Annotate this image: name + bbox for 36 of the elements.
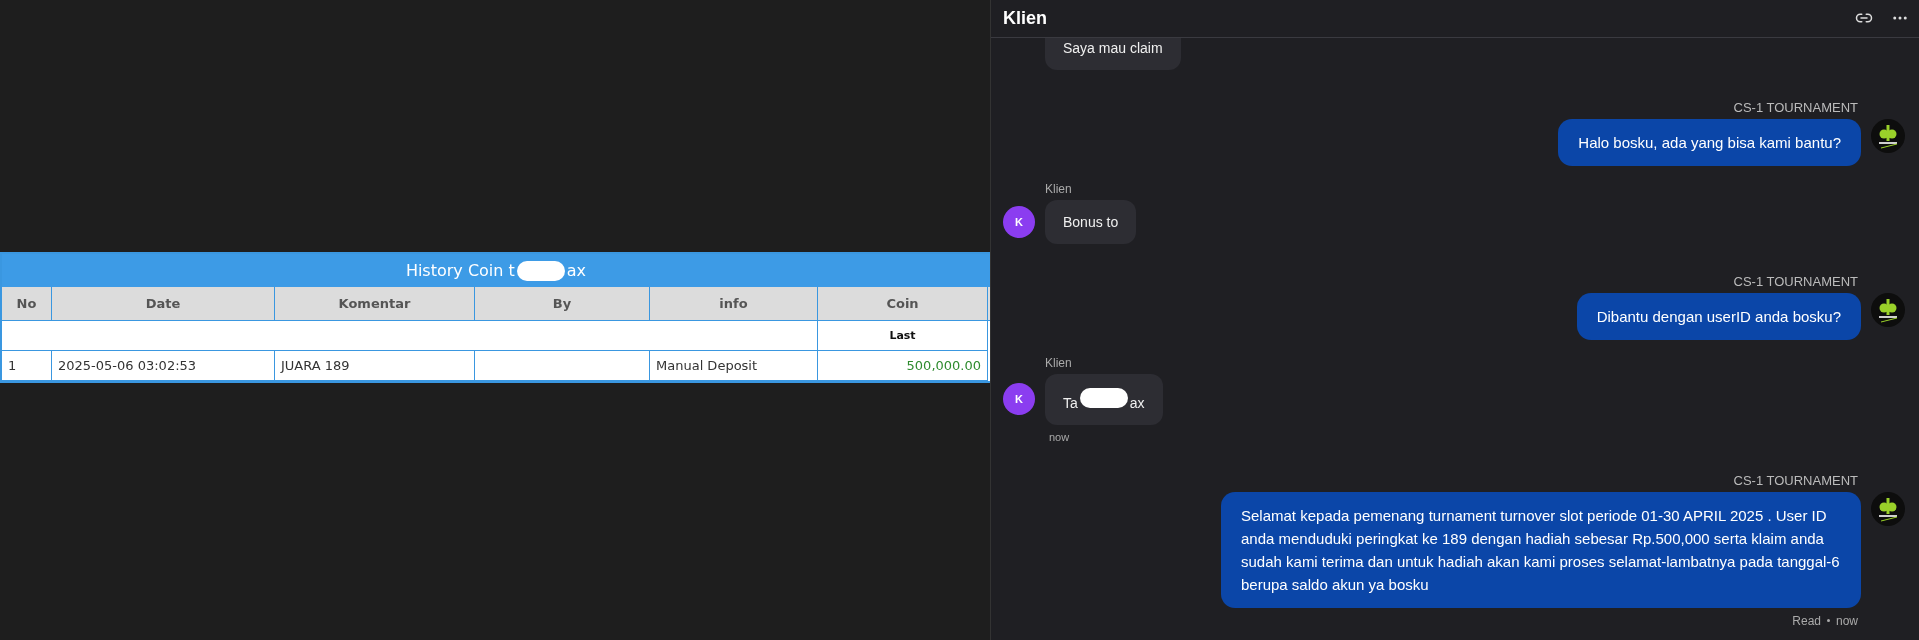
separator-dot [1827, 619, 1830, 623]
logo-avatar-icon [1871, 292, 1905, 327]
message-bubble: Dibantu dengan userID anda bosku? [1576, 292, 1861, 340]
message-bubble: Ta ax [1045, 373, 1163, 425]
sender-name: Klien [1045, 181, 1072, 196]
table-title: History Coin t ax [2, 254, 990, 287]
sender-name: CS-1 TOURNAMENT [1733, 273, 1858, 289]
sender-name: CS-1 TOURNAMENT [1733, 99, 1858, 115]
message-bubble: Halo bosku, ada yang bisa kami bantu? [1558, 118, 1861, 166]
message-bubble: Bonus to [1045, 199, 1137, 244]
column-header: info [650, 287, 818, 321]
table-cell: 500,000.00 [818, 351, 988, 381]
table-cell: Last [818, 321, 988, 351]
column-header: Date [52, 287, 275, 321]
redaction-mark [516, 260, 565, 281]
message-time: now [1836, 613, 1858, 628]
redaction-mark [1079, 387, 1128, 408]
logo-avatar-icon [1871, 491, 1905, 526]
sender-name: Klien [1045, 355, 1072, 370]
message-bubble: Selamat kepada pemenang turnament turnover slot periode 01-30 APRIL 2025 . User ID anda menduduki peringkat ke 189 dengan hadiah sebesar Rp.500,000 serta klaim anda sudah kami terima dan untuk hadiah akan kami proses selamat-lambatnya pada tanggal-6 berupa saldo akun ya bosku [1221, 491, 1861, 608]
message-bubble: Saya mau claim [1045, 37, 1181, 70]
column-header: No [2, 287, 52, 321]
table-cell: Manual Deposit [650, 351, 818, 381]
read-status: Read [1792, 613, 1821, 628]
column-header: By [475, 287, 650, 321]
column-header: Coin [818, 287, 988, 321]
logo-avatar-icon [1871, 118, 1905, 153]
column-header: Komentar [275, 287, 475, 321]
sender-name: CS-1 TOURNAMENT [1733, 472, 1858, 488]
chat-title: Klien [1003, 7, 1047, 29]
message-time: now [1049, 430, 1070, 443]
table-cell: JUARA 189 [275, 351, 475, 381]
avatar: K [1003, 383, 1035, 416]
table-cell: 2025-05-06 03:02:53 [52, 351, 275, 381]
table-cell: 1 [2, 351, 52, 381]
avatar: K [1003, 205, 1035, 238]
